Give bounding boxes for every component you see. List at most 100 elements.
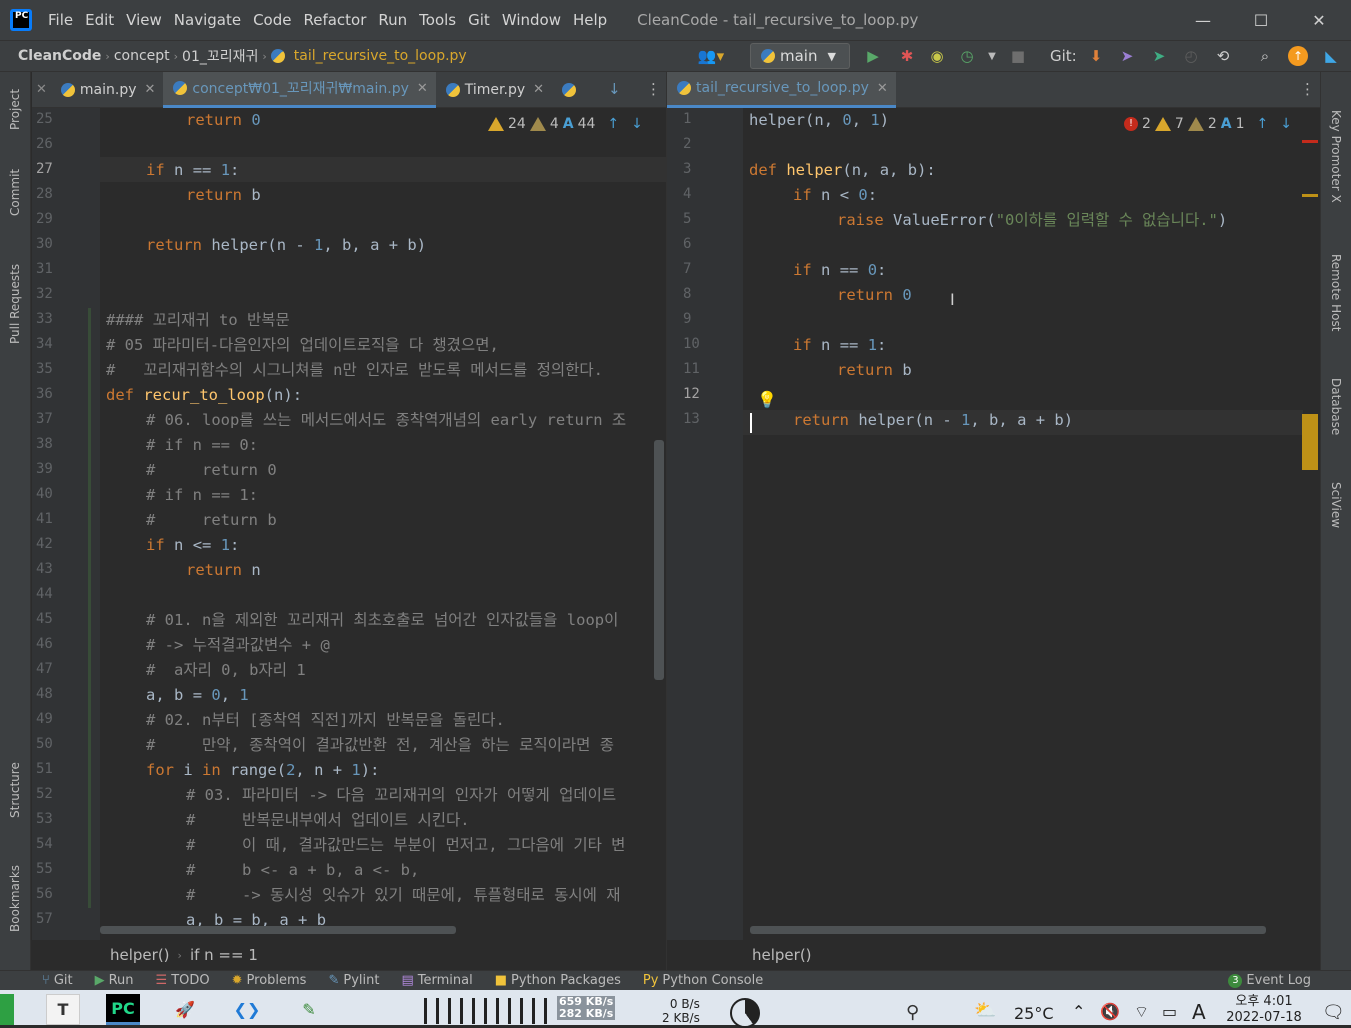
key-promoter-tool-tab[interactable]: Key Promoter X [1329,110,1343,203]
code-line[interactable]: return 0 [837,283,912,308]
run-config-select[interactable]: main ▼ [750,43,850,69]
search-icon[interactable]: ⌕ [1254,44,1276,68]
code-line[interactable]: # return b [146,508,277,533]
tab-overflow[interactable] [552,72,589,108]
tool-todo[interactable]: ☰ TODO [156,973,210,988]
code-line[interactable]: for i in range(2, n + 1): [146,758,379,783]
code-line[interactable]: # 05 파라미터-다음인자의 업데이트로직을 다 챙겼으면, [106,333,499,358]
chevron-up-icon[interactable]: ⌃ [1072,1002,1085,1021]
code-with-me-icon[interactable]: ◣ [1320,44,1342,68]
profile-icon[interactable]: ◷ [956,44,978,68]
left-editor[interactable]: 25 return 0 26 27 if n == 1: 28 return b 29 30 re… [32,108,666,940]
update-icon[interactable]: ↑ [1288,46,1308,66]
battery-icon[interactable]: ▭ [1162,1002,1177,1021]
menu-help[interactable]: Help [567,11,613,29]
code-line[interactable]: # 01. n을 제외한 꼬리재귀 최초호출로 넘어간 인자값들을 loop이 [146,608,618,633]
git-commit-icon[interactable]: ➤ [1148,44,1170,68]
close-icon[interactable]: ✕ [145,82,156,97]
temperature[interactable]: 25°C [1014,1004,1054,1023]
tool-pylint[interactable]: ✎ Pylint [328,973,379,988]
code-line[interactable]: # -> 누적결과값변수 + @ [146,633,330,658]
more-icon[interactable]: ⋮ [1300,80,1315,98]
code-line[interactable]: # 03. 파라미터 -> 다음 꼬리재귀의 인자가 어떻게 업데이트 [186,783,616,808]
prev-highlight-icon[interactable]: ↑ [607,116,619,132]
menu-git[interactable]: Git [462,11,496,29]
menu-file[interactable]: File [42,11,79,29]
tool-problems[interactable]: ✹ Problems [232,973,307,988]
vscode-app-icon[interactable]: ❮❯ [230,994,264,1025]
code-line[interactable]: # b <- a + b, a <- b, [186,858,419,883]
ime-indicator[interactable]: A [1192,1000,1206,1024]
start-icon[interactable] [0,994,14,1025]
code-line[interactable]: return 0 [186,108,261,133]
close-icon[interactable]: ✕ [533,82,544,97]
people-icon[interactable]: ⚲ [906,1002,919,1023]
tool-python-console[interactable]: Py Python Console [643,973,763,988]
structure-tool-tab[interactable]: Structure [8,748,22,818]
menu-window[interactable]: Window [496,11,567,29]
code-line[interactable]: if n < 0: [793,183,877,208]
more-icon[interactable]: ⋮ [646,80,661,98]
arrow-down-icon[interactable]: ↓ [608,80,621,98]
stop-icon[interactable]: ■ [1008,44,1028,68]
run-icon[interactable]: ▶ [862,44,884,68]
breadcrumb-subfolder[interactable]: 01_꼬리재귀 [178,46,262,66]
tab-timer-py[interactable]: Timer.py ✕ [436,72,552,108]
code-line[interactable]: # 만약, 종착역이 결과값반환 전, 계산을 하는 로직이라면 종 [146,733,614,758]
right-inspection-widget[interactable]: ! 2 7 2 A1 ↑ ↓ [1124,116,1292,132]
code-line[interactable]: # return 0 [146,458,277,483]
code-line[interactable]: if n == 0: [793,258,886,283]
code-line[interactable]: if n == 1: [793,333,886,358]
breadcrumb-function[interactable]: helper() [752,946,812,964]
breadcrumb-condition[interactable]: if n == 1 [190,946,258,964]
users-icon[interactable]: 👥▾ [694,44,728,68]
code-line[interactable]: raise ValueError("0이하를 입력할 수 없습니다.") [837,208,1227,233]
menu-edit[interactable]: Edit [79,11,120,29]
weather-icon[interactable]: ⛅ [974,1000,996,1021]
close-icon[interactable]: ✕ [32,82,51,97]
code-line[interactable]: def recur_to_loop(n): [106,383,302,408]
code-line[interactable]: return helper(n - 1, b, a + b) [146,233,426,258]
code-line[interactable]: # -> 동시성 잇슈가 있기 때문에, 튜플형태로 동시에 재 [186,883,621,908]
project-tool-tab[interactable]: Project [8,70,22,130]
tab-main-py[interactable]: main.py ✕ [51,72,164,108]
clock[interactable]: 오후 4:01 2022-07-18 [1222,994,1306,1025]
menu-tools[interactable]: Tools [413,11,462,29]
code-line[interactable]: return b [186,183,261,208]
tool-terminal[interactable]: ▤ Terminal [401,973,472,988]
tab-tail-recursive-to-loop[interactable]: tail_recursive_to_loop.py ✕ [667,71,896,108]
code-line[interactable]: # 꼬리재귀함수의 시그니쳐를 n만 인자로 받도록 메서드를 정의한다. [106,358,603,383]
notification-icon[interactable]: 🗨 [1322,1002,1345,1023]
left-inspection-widget[interactable]: 24 4 A 44 ↑ ↓ [488,116,643,132]
close-icon[interactable]: ✕ [417,81,428,96]
wifi-icon[interactable]: ⌔ [1134,1002,1149,1022]
chevron-down-icon[interactable]: ▼ [984,44,1000,68]
code-line[interactable]: # 반복문내부에서 업데이트 시킨다. [186,808,470,833]
minimize-icon[interactable]: — [1180,0,1226,40]
code-line[interactable]: return helper(n - 1, b, a + b) [793,408,1073,433]
code-line[interactable]: return n [186,558,261,583]
code-line[interactable]: if n <= 1: [146,533,239,558]
sciview-tool-tab[interactable]: SciView [1329,482,1343,528]
breadcrumb-folder[interactable]: concept [110,48,174,64]
text-editor-app-icon[interactable]: T [46,994,80,1025]
volume-icon[interactable]: 🔇 [1100,1002,1120,1021]
menu-refactor[interactable]: Refactor [297,11,372,29]
code-line[interactable]: # 02. n부터 [종착역 직전]까지 반복문을 돌린다. [146,708,505,733]
tool-run[interactable]: ▶ Run [95,973,134,988]
code-line[interactable]: # 이 때, 결과값만드는 부분이 먼저고, 그다음에 기타 변 [186,833,625,858]
left-h-scrollbar[interactable] [100,926,456,934]
close-window-icon[interactable]: ✕ [1296,0,1342,40]
lightbulb-icon[interactable]: 💡 [757,390,777,409]
code-line[interactable]: return b [837,358,912,383]
breadcrumb-file[interactable]: tail_recursive_to_loop.py [290,48,471,64]
debug-icon[interactable]: ✱ [896,44,918,68]
bookmarks-tool-tab[interactable]: Bookmarks [8,852,22,932]
code-line[interactable]: # if n == 0: [146,433,258,458]
right-h-scrollbar[interactable] [750,926,1266,934]
database-tool-tab[interactable]: Database [1329,378,1343,435]
history-icon[interactable]: ◴ [1180,44,1202,68]
maximize-icon[interactable]: ☐ [1238,0,1284,40]
right-editor[interactable]: 💡 I 1 helper(n, 0, 1) 2 3 def helper(n, a, b… [667,108,1320,940]
pull-requests-tool-tab[interactable]: Pull Requests [8,244,22,344]
